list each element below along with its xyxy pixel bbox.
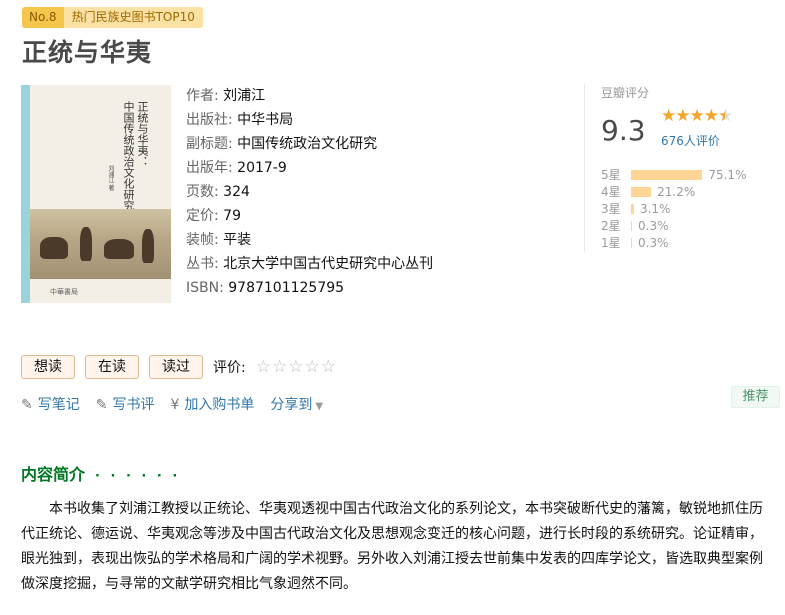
yen-icon: ¥ [170, 397, 180, 413]
rating-bar [631, 186, 652, 197]
info-label: 丛书: [186, 256, 219, 272]
rating-row: 1星 0.3% [601, 234, 746, 251]
rate-stars-input[interactable]: ☆☆☆☆☆ [256, 357, 337, 377]
rating-label: 豆瓣评分 [601, 86, 650, 100]
info-link[interactable]: 中华书局 [237, 112, 293, 128]
rating-bar [631, 237, 632, 248]
rating-panel: 豆瓣评分 9.3 ★★★★★ 676人评价 5星 75.1% 4星 21.2% 3星 3.… [584, 84, 780, 252]
rating-star-label: 4星 [601, 185, 621, 199]
info-link[interactable]: 北京大学中国古代史研究中心丛刊 [223, 256, 433, 272]
info-row: 副标题: 中国传统政治文化研究 [186, 132, 433, 156]
rating-percent: 21.2% [657, 184, 696, 199]
rating-star-label: 5星 [601, 168, 621, 182]
chevron-down-icon: ▼ [315, 401, 324, 412]
info-row: 装帧: 平装 [186, 228, 433, 252]
have-read-button[interactable]: 读过 [149, 355, 203, 379]
book-title: 正统与华夷 [22, 38, 153, 67]
write-review-link[interactable]: ✎ 写书评 [96, 394, 155, 414]
info-row: 丛书: 北京大学中国古代史研究中心丛刊 [186, 252, 433, 276]
info-link[interactable]: 刘浦江 [223, 88, 265, 104]
rating-percent: 3.1% [639, 201, 671, 216]
rating-star-label: 3星 [601, 202, 621, 216]
rate-label: 评价: [213, 360, 246, 376]
want-to-read-button[interactable]: 想读 [21, 355, 75, 379]
pencil-icon: ✎ [95, 397, 108, 413]
action-links: ✎ 写笔记 ✎ 写书评 ¥ 加入购书单 分享到 ▼ [21, 394, 323, 414]
cover-publisher: 中華書局 [50, 288, 78, 296]
cover-painting [30, 209, 171, 279]
rating-row: 2星 0.3% [601, 217, 746, 234]
reading-actions: 想读 在读 读过 评价: ☆☆☆☆☆ [21, 355, 337, 379]
rating-percent: 0.3% [638, 218, 669, 233]
rating-row: 3星 3.1% [601, 200, 746, 217]
intro-heading: 内容简介 · · · · · · [21, 465, 181, 484]
rating-row: 5星 75.1% [601, 166, 746, 183]
rating-score: 9.3 [601, 114, 646, 147]
book-cover[interactable]: 正统与华夷： 中国传统政治文化研究 刘浦江 著 中華書局 [21, 85, 171, 303]
info-row: 出版年: 2017-9 [186, 156, 433, 180]
info-label: 副标题: [186, 136, 233, 152]
info-row: 出版社: 中华书局 [186, 108, 433, 132]
info-row: ISBN: 9787101125795 [186, 276, 433, 300]
recommend-button[interactable]: 推荐 [731, 386, 780, 408]
info-value: 中国传统政治文化研究 [237, 136, 378, 152]
rating-bar [631, 203, 634, 214]
list-name: 热门民族史图书TOP10 [63, 7, 203, 28]
rating-star-label: 2星 [601, 219, 621, 233]
rank-label: No.8 [22, 7, 64, 28]
rating-count-link[interactable]: 676人评价 [661, 132, 720, 149]
info-value: 平装 [223, 232, 252, 248]
info-label: 出版年: [186, 160, 233, 176]
info-label: 定价: [186, 208, 219, 224]
info-label: 页数: [186, 184, 219, 200]
cover-author: 刘浦江 著 [107, 165, 114, 191]
write-note-link[interactable]: ✎ 写笔记 [21, 394, 80, 414]
share-link[interactable]: 分享到 ▼ [270, 394, 323, 414]
heading-dots: · · · · · · [95, 469, 181, 484]
info-value: 9787101125795 [228, 280, 345, 296]
info-label: 作者: [186, 88, 219, 104]
info-label: 装帧: [186, 232, 219, 248]
rating-distribution: 5星 75.1% 4星 21.2% 3星 3.1% 2星 0.3% 1星 0.3% [601, 166, 746, 251]
info-value: 2017-9 [237, 160, 287, 176]
rating-row: 4星 21.2% [601, 183, 746, 200]
rating-bar [631, 169, 703, 180]
book-info: 作者: 刘浦江 出版社: 中华书局 副标题: 中国传统政治文化研究 出版年: 2017… [186, 84, 433, 300]
rating-stars-icon: ★★★★★ [661, 106, 733, 126]
pencil-icon: ✎ [21, 397, 33, 413]
add-to-cart-link[interactable]: ¥ 加入购书单 [170, 394, 254, 414]
info-row: 页数: 324 [186, 180, 433, 204]
info-row: 定价: 79 [186, 204, 433, 228]
info-value: 79 [223, 208, 241, 224]
cover-title: 正统与华夷： 中国传统政治文化研究 [122, 101, 149, 211]
top-list-badge[interactable]: No.8 热门民族史图书TOP10 [22, 7, 203, 28]
rating-percent: 75.1% [708, 167, 747, 182]
info-row: 作者: 刘浦江 [186, 84, 433, 108]
info-value: 324 [223, 184, 250, 200]
reading-button[interactable]: 在读 [85, 355, 139, 379]
info-label: ISBN: [186, 280, 224, 296]
rating-star-label: 1星 [601, 236, 621, 250]
rating-percent: 0.3% [638, 235, 669, 250]
info-label: 出版社: [186, 112, 233, 128]
intro-text: 本书收集了刘浦江教授以正统论、华夷观透视中国古代政治文化的系列论文，本书突破断代… [21, 501, 763, 592]
rating-bar [631, 220, 632, 231]
